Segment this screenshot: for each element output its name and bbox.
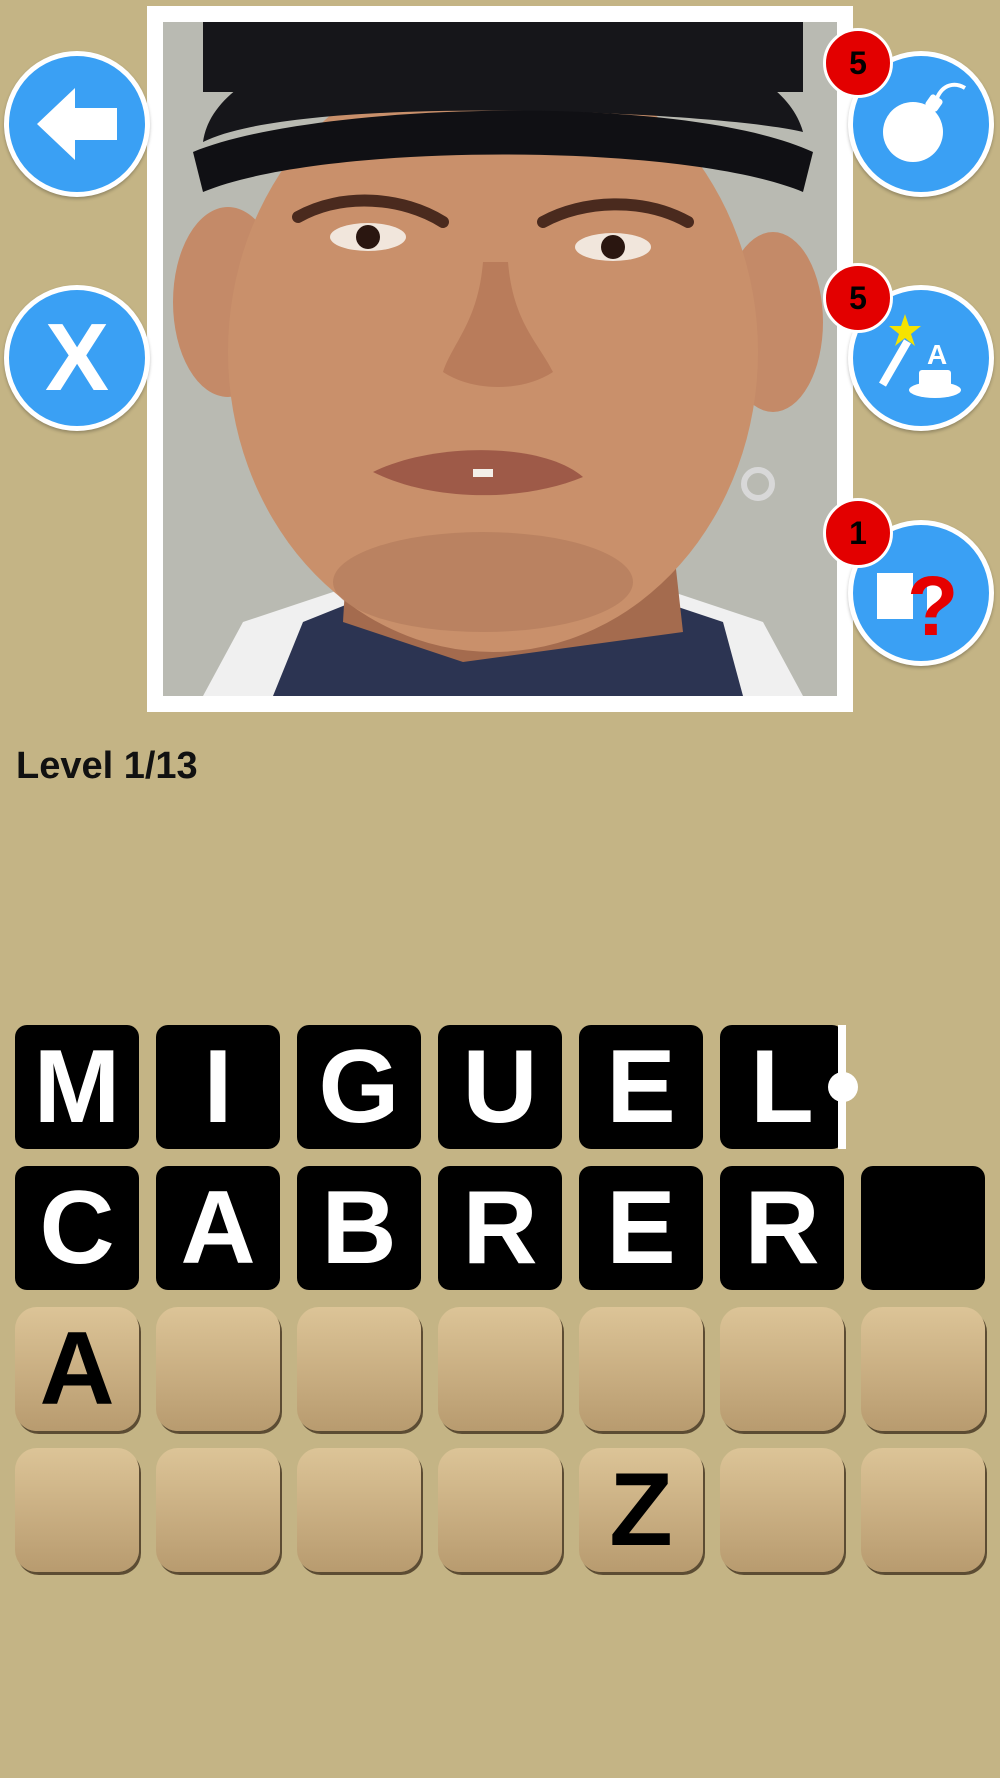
letter-key[interactable] <box>15 1448 139 1572</box>
letter-key[interactable] <box>720 1448 844 1572</box>
close-button[interactable]: X <box>4 285 150 431</box>
answer-tile[interactable]: B <box>297 1166 421 1290</box>
answer-tile[interactable]: C <box>15 1166 139 1290</box>
answer-tile-empty[interactable] <box>861 1166 985 1290</box>
letter-key[interactable] <box>861 1448 985 1572</box>
question-card-icon: ? <box>877 559 958 643</box>
answer-tile[interactable]: L <box>720 1025 844 1149</box>
hint-count-badge: 1 <box>823 498 893 568</box>
answer-tile[interactable]: G <box>297 1025 421 1149</box>
input-cursor-dot <box>828 1072 858 1102</box>
letter-key[interactable]: Z <box>579 1448 703 1572</box>
letter-key[interactable] <box>438 1448 562 1572</box>
letter-key[interactable] <box>156 1448 280 1572</box>
letter-key[interactable] <box>156 1307 280 1431</box>
answer-tile[interactable]: A <box>156 1166 280 1290</box>
letter-key[interactable] <box>297 1307 421 1431</box>
close-label: X <box>44 304 110 411</box>
bomb-icon <box>883 82 967 162</box>
svg-text:A: A <box>927 339 947 370</box>
answer-tile[interactable]: M <box>15 1025 139 1149</box>
magic-wand-hat-icon: A <box>879 314 961 398</box>
answer-tile[interactable]: I <box>156 1025 280 1149</box>
letter-key[interactable] <box>438 1307 562 1431</box>
puzzle-photo <box>147 6 853 712</box>
answer-tile[interactable]: E <box>579 1025 703 1149</box>
letter-key[interactable]: A <box>15 1307 139 1431</box>
answer-tile[interactable]: R <box>720 1166 844 1290</box>
answer-tile[interactable]: R <box>438 1166 562 1290</box>
bomb-count-badge: 5 <box>823 28 893 98</box>
answer-tile[interactable]: E <box>579 1166 703 1290</box>
answer-tile[interactable]: U <box>438 1025 562 1149</box>
letter-key[interactable] <box>579 1307 703 1431</box>
svg-text:?: ? <box>907 559 958 643</box>
letter-key[interactable] <box>720 1307 844 1431</box>
back-button[interactable] <box>4 51 150 197</box>
letter-key[interactable] <box>861 1307 985 1431</box>
photo-image <box>163 22 837 696</box>
arrow-left-icon <box>37 88 117 160</box>
level-indicator: Level 1/13 <box>16 745 198 787</box>
magic-count-badge: 5 <box>823 263 893 333</box>
letter-key[interactable] <box>297 1448 421 1572</box>
